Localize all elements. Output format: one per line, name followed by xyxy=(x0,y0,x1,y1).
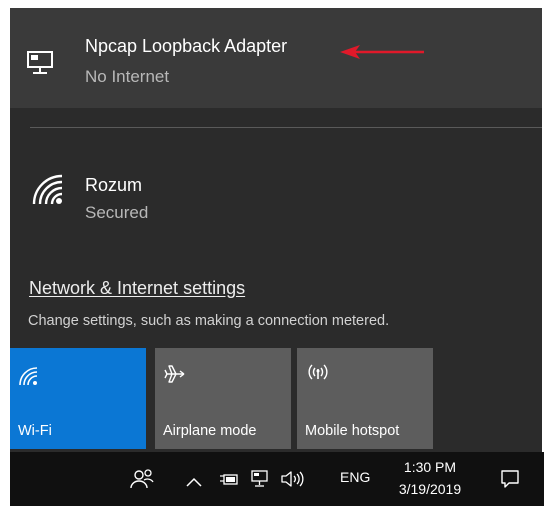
network-settings-description: Change settings, such as making a connec… xyxy=(28,313,390,329)
network-flyout: Npcap Loopback Adapter No Internet Rozum… xyxy=(10,8,542,452)
mobile-hotspot-icon xyxy=(305,362,331,389)
network-status: Secured xyxy=(85,203,149,222)
show-hidden-icons-chevron-icon[interactable] xyxy=(186,474,202,492)
network-name: Npcap Loopback Adapter xyxy=(85,36,288,56)
wifi-signal-icon xyxy=(30,172,64,211)
network-settings-link[interactable]: Network & Internet settings xyxy=(29,278,245,299)
network-item-npcap[interactable]: Npcap Loopback Adapter No Internet xyxy=(10,8,542,108)
mobile-hotspot-tile[interactable]: Mobile hotspot xyxy=(297,348,433,449)
battery-plugged-icon[interactable] xyxy=(219,471,239,492)
volume-icon[interactable] xyxy=(280,470,304,493)
clock-time[interactable]: 1:30 PM xyxy=(395,459,465,475)
taskbar: ENG 1:30 PM 3/19/2019 xyxy=(10,452,544,506)
network-divider xyxy=(30,127,542,128)
network-item-rozum[interactable]: Rozum Secured xyxy=(10,148,542,238)
input-language-indicator[interactable]: ENG xyxy=(340,469,370,485)
annotation-arrow-icon xyxy=(338,42,428,67)
wifi-tile-label: Wi-Fi xyxy=(18,423,52,439)
clock-date[interactable]: 3/19/2019 xyxy=(390,481,470,497)
airplane-icon xyxy=(163,362,187,391)
action-center-notification-icon[interactable] xyxy=(500,469,520,494)
network-wired-tray-icon[interactable] xyxy=(250,470,270,493)
network-name: Rozum xyxy=(85,175,143,195)
mobile-hotspot-tile-label: Mobile hotspot xyxy=(305,423,400,439)
airplane-tile-label: Airplane mode xyxy=(163,423,257,439)
wired-network-icon xyxy=(26,50,56,81)
wifi-toggle-tile[interactable]: Wi-Fi xyxy=(10,348,146,449)
airplane-mode-tile[interactable]: Airplane mode xyxy=(155,348,291,449)
wifi-icon xyxy=(18,366,38,391)
people-icon[interactable] xyxy=(130,468,154,495)
network-status: No Internet xyxy=(85,67,170,86)
